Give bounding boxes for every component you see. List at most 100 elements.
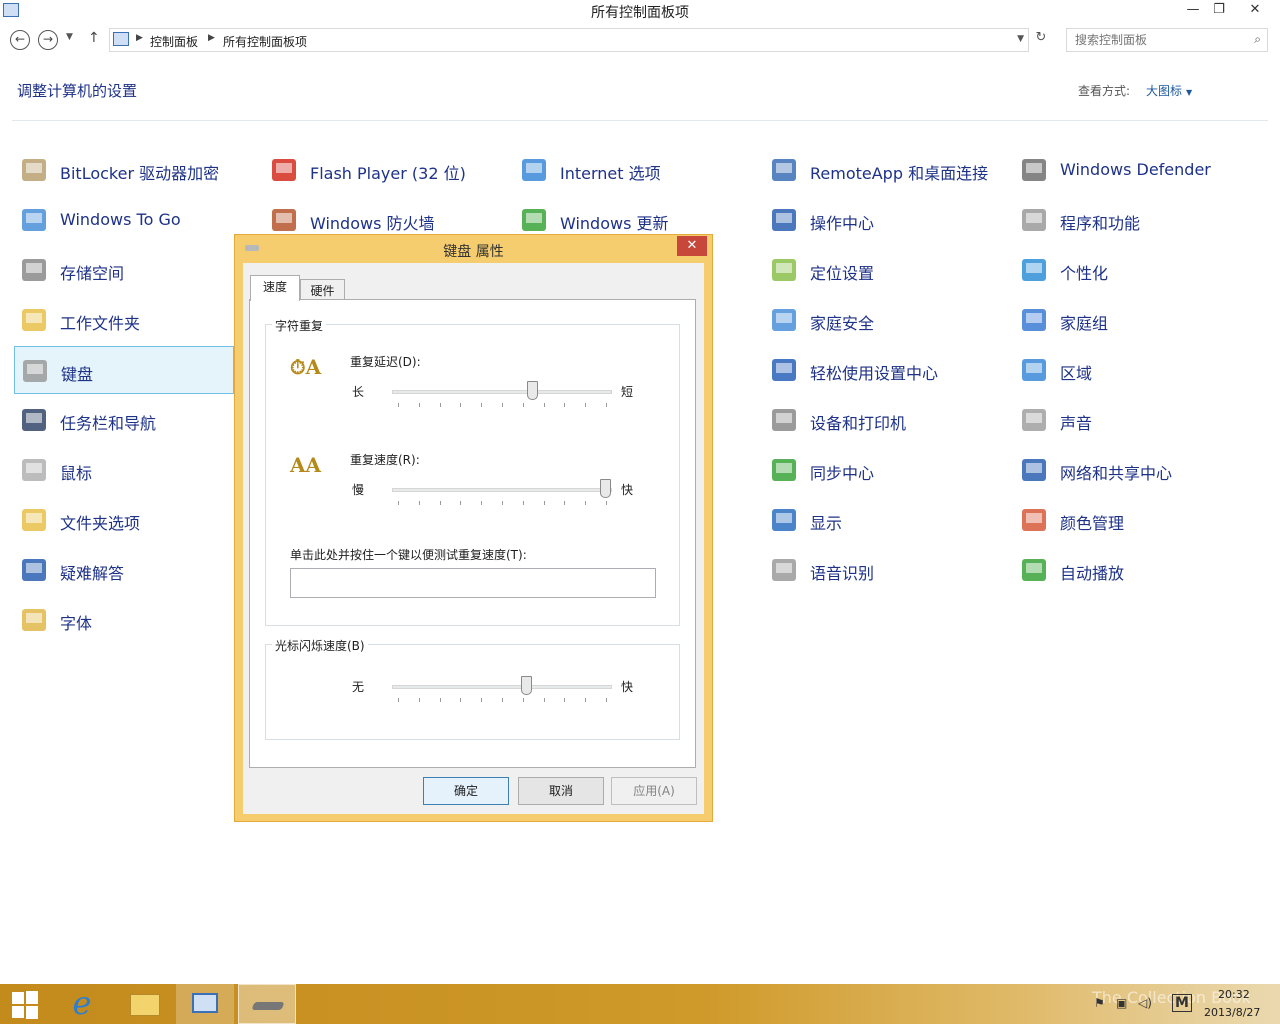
slider-tick: [418, 403, 420, 407]
cp-item-label: 颜色管理: [1060, 514, 1125, 533]
repeat-rate-slider[interactable]: [392, 479, 612, 505]
cp-item-keyboard[interactable]: 键盘: [14, 346, 234, 394]
dialog-close-button[interactable]: ✕: [677, 236, 707, 256]
breadcrumb-all-items[interactable]: 所有控制面板项: [223, 33, 307, 50]
slider-ticks: [392, 501, 612, 505]
dialog-title: 键盘 属性: [443, 244, 504, 260]
cp-item-storage[interactable]: 存储空间: [14, 246, 254, 294]
cp-item-location[interactable]: 定位设置: [764, 246, 1004, 294]
refresh-icon[interactable]: ↻: [1032, 30, 1050, 50]
cp-item-fonts[interactable]: 字体: [14, 596, 254, 644]
cp-item-sync[interactable]: 同步中心: [764, 446, 1004, 494]
control-panel-icon: [192, 993, 218, 1013]
search-input[interactable]: [1067, 29, 1237, 51]
slider-track[interactable]: [392, 488, 612, 492]
input-method-icon[interactable]: M: [1172, 994, 1192, 1012]
volume-icon[interactable]: ◁): [1138, 996, 1152, 1010]
close-button[interactable]: ✕: [1232, 0, 1278, 22]
cursor-blink-slider[interactable]: [392, 676, 612, 702]
slider-thumb[interactable]: [520, 676, 532, 695]
taskbar-control-panel-button[interactable]: [176, 984, 234, 1024]
cp-item-windows-to-go[interactable]: Windows To Go: [14, 196, 254, 244]
cp-item-family-safety[interactable]: 家庭安全: [764, 296, 1004, 344]
cp-item-taskbar[interactable]: 任务栏和导航: [14, 396, 254, 444]
autoplay-icon: [1018, 554, 1050, 586]
file-explorer-icon[interactable]: [124, 984, 164, 1024]
internet-explorer-icon[interactable]: e: [62, 984, 102, 1024]
up-arrow-icon[interactable]: ↑: [88, 30, 100, 46]
chevron-down-icon[interactable]: ▼: [1186, 88, 1192, 97]
windows-logo-icon: [12, 1006, 24, 1018]
character-repeat-group: 字符重复 ⏱A 重复延迟(D): 长 短 AA 重复速度(R): 慢 快 单击此…: [265, 317, 680, 626]
minimize-button[interactable]: —: [1180, 0, 1206, 22]
cp-item-label: 轻松使用设置中心: [810, 364, 939, 383]
cp-item-region[interactable]: 区域: [1014, 346, 1254, 394]
cp-item-printer[interactable]: 设备和打印机: [764, 396, 1004, 444]
tab-speed[interactable]: 速度: [250, 275, 300, 301]
cp-item-remoteapp[interactable]: RemoteApp 和桌面连接: [764, 146, 1004, 194]
recent-locations-chevron-icon[interactable]: ▼: [66, 32, 73, 42]
slider-thumb[interactable]: [527, 381, 539, 400]
storage-icon: [18, 254, 50, 286]
slider-track[interactable]: [392, 390, 612, 394]
cp-item-sound[interactable]: 声音: [1014, 396, 1254, 444]
back-button[interactable]: ←: [10, 30, 30, 50]
cp-item-folder-options[interactable]: 文件夹选项: [14, 496, 254, 544]
cp-item-speech[interactable]: 语音识别: [764, 546, 1004, 594]
maximize-button[interactable]: ❐: [1206, 0, 1232, 22]
cp-item-autoplay[interactable]: 自动播放: [1014, 546, 1254, 594]
cp-item-label: 存储空间: [60, 264, 125, 283]
cp-item-internet-options[interactable]: Internet 选项: [514, 146, 754, 194]
slider-tick: [439, 403, 441, 407]
cancel-button[interactable]: 取消: [518, 777, 604, 805]
breadcrumb-separator-icon[interactable]: ▶: [208, 33, 215, 43]
dialog-title-bar[interactable]: 键盘 属性 ✕: [235, 235, 712, 263]
cp-item-bitlocker[interactable]: BitLocker 驱动器加密: [14, 146, 254, 194]
network-icon[interactable]: ▣: [1116, 996, 1127, 1010]
cp-item-programs[interactable]: 程序和功能: [1014, 196, 1254, 244]
forward-button[interactable]: →: [38, 30, 58, 50]
view-by-label: 查看方式:: [1078, 84, 1131, 98]
address-bar[interactable]: ▶ 控制面板 ▶ 所有控制面板项 ▼: [109, 28, 1029, 52]
cp-item-defender[interactable]: Windows Defender: [1014, 146, 1254, 194]
cp-item-flash[interactable]: Flash Player (32 位): [264, 146, 504, 194]
repeat-delay-slider[interactable]: [392, 381, 612, 407]
slider-tick: [398, 501, 399, 505]
cp-item-troubleshooting[interactable]: 疑难解答: [14, 546, 254, 594]
breadcrumb-separator-icon[interactable]: ▶: [136, 33, 143, 43]
test-repeat-input[interactable]: [290, 568, 656, 598]
cursor-blink-label: 光标闪烁速度(B): [272, 637, 368, 654]
address-dropdown-icon[interactable]: ▼: [1017, 34, 1024, 44]
speech-icon: [768, 554, 800, 586]
view-by-dropdown[interactable]: 大图标 ▼: [1146, 82, 1192, 99]
view-by-value[interactable]: 大图标: [1146, 84, 1182, 98]
title-bar: 所有控制面板项 — ❐ ✕: [0, 0, 1280, 22]
breadcrumb-control-panel[interactable]: 控制面板: [150, 33, 198, 50]
start-button[interactable]: [8, 984, 44, 1024]
cp-item-homegroup[interactable]: 家庭组: [1014, 296, 1254, 344]
cp-item-color-management[interactable]: 颜色管理: [1014, 496, 1254, 544]
slider-tick: [481, 403, 483, 407]
cp-item-display[interactable]: 显示: [764, 496, 1004, 544]
cp-item-personalization[interactable]: 个性化: [1014, 246, 1254, 294]
search-box[interactable]: ⌕: [1066, 28, 1268, 52]
slider-tick: [398, 698, 399, 702]
clock-date[interactable]: 2013/8/27: [1204, 1006, 1260, 1019]
apply-button[interactable]: 应用(A): [611, 777, 697, 805]
cp-item-work-folders[interactable]: 工作文件夹: [14, 296, 254, 344]
cp-item-mouse[interactable]: 鼠标: [14, 446, 254, 494]
cp-item-ease-of-access[interactable]: 轻松使用设置中心: [764, 346, 1004, 394]
taskbar-keyboard-button[interactable]: [238, 984, 296, 1024]
slider-track[interactable]: [392, 685, 612, 689]
slider-ticks: [392, 698, 612, 702]
clock-time[interactable]: 20:32: [1218, 988, 1250, 1001]
repeat-delay-label: 重复延迟(D):: [350, 355, 421, 369]
action-center-flag-icon[interactable]: ⚑: [1094, 996, 1105, 1010]
fonts-icon: [18, 604, 50, 636]
cp-item-network[interactable]: 网络和共享中心: [1014, 446, 1254, 494]
cp-item-action-center[interactable]: 操作中心: [764, 196, 1004, 244]
search-icon[interactable]: ⌕: [1254, 32, 1261, 47]
ok-button[interactable]: 确定: [423, 777, 509, 805]
work-folders-icon: [18, 304, 50, 336]
slider-thumb[interactable]: [600, 479, 611, 498]
